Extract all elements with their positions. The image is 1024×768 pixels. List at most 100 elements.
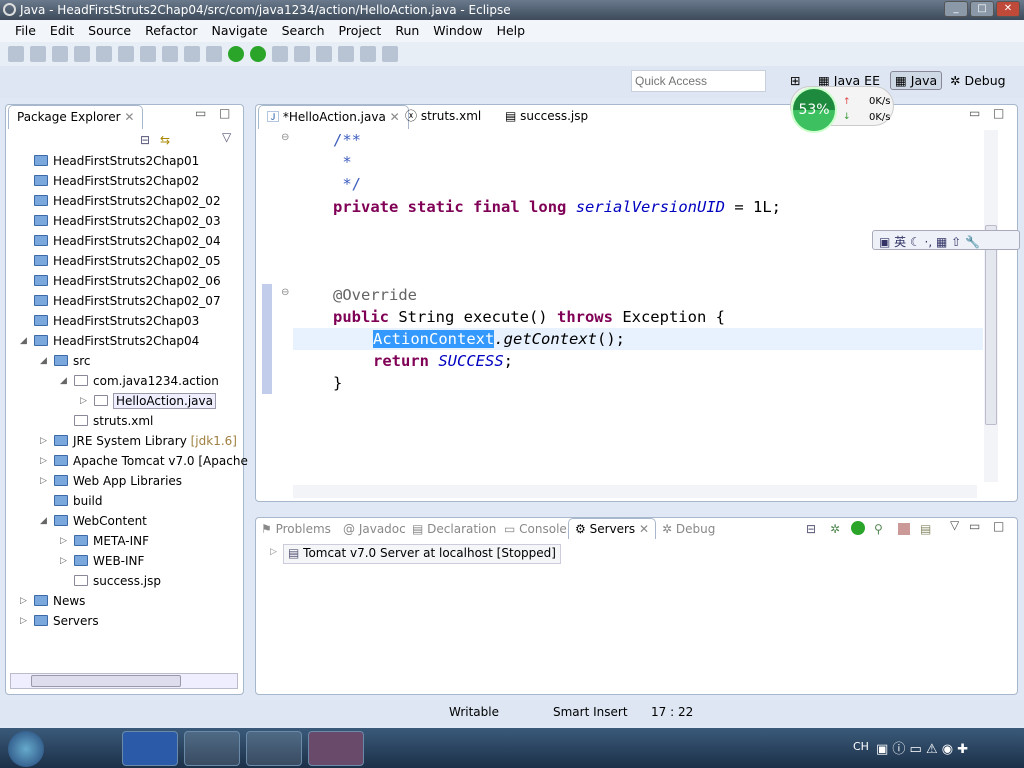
tab-package-explorer[interactable]: Package Explorer ✕	[8, 105, 144, 129]
collapsed-arrow-icon[interactable]: ▷	[60, 551, 67, 571]
tree-item[interactable]: ▷ META-INF	[60, 531, 149, 551]
run-icon[interactable]	[228, 46, 244, 62]
view-menu-icon[interactable]: ▽	[222, 130, 231, 144]
external-tools-icon[interactable]	[250, 46, 266, 62]
collapsed-arrow-icon[interactable]: ▷	[80, 391, 87, 411]
stop-server-icon[interactable]	[898, 523, 910, 535]
tree-item[interactable]: success.jsp	[74, 571, 161, 591]
tree-item[interactable]: ▷ Web App Libraries	[40, 471, 182, 491]
server-item[interactable]: ▤ Tomcat v7.0 Server at localhost [Stopp…	[283, 544, 561, 564]
expanded-arrow-icon[interactable]: ◢	[40, 511, 47, 531]
print-icon[interactable]	[74, 46, 90, 62]
tree-item[interactable]: HeadFirstStruts2Chap02_07	[34, 291, 221, 311]
expand-arrow-icon[interactable]: ▷	[270, 547, 277, 557]
menu-navigate[interactable]: Navigate	[205, 20, 275, 42]
tab-success-jsp[interactable]: ▤ success.jsp	[505, 105, 588, 129]
collapse-all-icon[interactable]: ⊟	[140, 133, 150, 147]
maximize-icon[interactable]: □	[219, 106, 230, 120]
start-button[interactable]	[8, 731, 44, 767]
collapsed-arrow-icon[interactable]: ▷	[20, 611, 27, 631]
profile-server-icon[interactable]: ⚲	[874, 522, 883, 536]
tab-javadoc[interactable]: @ Javadoc	[343, 522, 406, 536]
view-menu-icon[interactable]: ▽	[950, 518, 959, 532]
perspective-debug[interactable]: ✲ Debug	[950, 73, 1006, 88]
close-icon[interactable]: ✕	[124, 110, 134, 124]
terminate-icon[interactable]	[184, 46, 200, 62]
horizontal-scrollbar[interactable]	[10, 673, 238, 689]
menu-help[interactable]: Help	[490, 20, 533, 42]
ime-toolbar[interactable]: ▣ 英 ☾ ·, ▦ ⇧ 🔧	[872, 230, 1020, 250]
search-icon[interactable]	[316, 46, 332, 62]
debug-server-icon[interactable]: ✲	[830, 522, 840, 536]
tree-item[interactable]: HeadFirstStruts2Chap02_04	[34, 231, 221, 251]
fold-icon[interactable]: ⊖	[281, 132, 289, 143]
close-button[interactable]: ✕	[996, 1, 1020, 17]
close-icon[interactable]: ✕	[390, 110, 400, 124]
fold-icon[interactable]: ⊖	[281, 287, 289, 298]
tree-item[interactable]: build	[54, 491, 103, 511]
tray-icons[interactable]: ▣ ⓘ ▭ ⚠ ◉ ✚	[876, 738, 968, 757]
forward-icon[interactable]	[382, 46, 398, 62]
editor-horizontal-scrollbar[interactable]	[293, 485, 977, 498]
mark-occurrences-icon[interactable]	[338, 46, 354, 62]
code-line-close[interactable]: }	[333, 372, 342, 394]
minimize-button[interactable]: _	[944, 1, 968, 17]
collapsed-arrow-icon[interactable]: ▷	[60, 531, 67, 551]
tree-item[interactable]: ◢ WebContent	[40, 511, 147, 531]
tree-item[interactable]: ▷ WEB-INF	[60, 551, 144, 571]
editor-maximize-icon[interactable]: □	[993, 106, 1004, 120]
save-icon[interactable]	[30, 46, 46, 62]
menu-source[interactable]: Source	[81, 20, 138, 42]
taskbar-eclipse-icon[interactable]	[308, 731, 364, 766]
tab-struts-xml[interactable]: ⓧ struts.xml	[405, 105, 481, 129]
perspective-java[interactable]: ▦ Java	[890, 71, 943, 90]
tab-debug[interactable]: ✲ Debug	[662, 522, 715, 536]
code-line-method[interactable]: public String execute() throws Exception…	[333, 306, 725, 328]
input-language[interactable]: CH	[853, 740, 869, 753]
tree-item[interactable]: HeadFirstStruts2Chap03	[34, 311, 199, 331]
collapsed-arrow-icon[interactable]: ▷	[40, 451, 47, 471]
resume-icon[interactable]	[140, 46, 156, 62]
tree-item[interactable]: HeadFirstStruts2Chap02_02	[34, 191, 221, 211]
menu-search[interactable]: Search	[275, 20, 332, 42]
tree-item[interactable]: HeadFirstStruts2Chap01	[34, 151, 199, 171]
tab-console[interactable]: ▭ Console	[504, 522, 567, 536]
code-line-context[interactable]: ActionContext.getContext();	[373, 328, 625, 350]
tree-item[interactable]: ▷ Apache Tomcat v7.0 [Apache	[40, 451, 248, 471]
open-perspective-icon[interactable]: ⊞	[790, 73, 800, 88]
tree-item[interactable]: ▷ News	[20, 591, 85, 611]
menu-project[interactable]: Project	[332, 20, 389, 42]
maximize-icon[interactable]: □	[993, 519, 1004, 533]
expanded-arrow-icon[interactable]: ◢	[60, 371, 67, 391]
tab-helloaction-java[interactable]: 🄹 *HelloAction.java ✕	[258, 105, 409, 129]
tree-item[interactable]: HeadFirstStruts2Chap02_05	[34, 251, 221, 271]
open-type-icon[interactable]	[294, 46, 310, 62]
collapsed-arrow-icon[interactable]: ▷	[40, 431, 47, 451]
code-annotation[interactable]: @Override	[333, 284, 417, 306]
tree-item[interactable]: ◢ HeadFirstStruts2Chap04	[20, 331, 199, 351]
minimize-icon[interactable]: ▭	[195, 106, 206, 120]
quick-access-input[interactable]	[631, 70, 766, 92]
menu-run[interactable]: Run	[388, 20, 426, 42]
menu-edit[interactable]: Edit	[43, 20, 81, 42]
tab-declaration[interactable]: ▤ Declaration	[412, 522, 496, 536]
editor-vertical-scrollbar[interactable]	[984, 130, 998, 482]
collapse-icon[interactable]: ⊟	[806, 522, 816, 536]
tree-item[interactable]: struts.xml	[74, 411, 153, 431]
menu-window[interactable]: Window	[426, 20, 489, 42]
collapsed-arrow-icon[interactable]: ▷	[20, 591, 27, 611]
tree-item[interactable]: ◢ com.java1234.action	[60, 371, 219, 391]
tree-item[interactable]: ▷ HelloAction.java	[80, 391, 216, 411]
back-icon[interactable]	[360, 46, 376, 62]
expanded-arrow-icon[interactable]: ◢	[20, 331, 27, 351]
tab-problems[interactable]: ⚑ Problems	[261, 522, 331, 536]
tree-item[interactable]: HeadFirstStruts2Chap02_06	[34, 271, 221, 291]
suspend-icon[interactable]	[162, 46, 178, 62]
menu-refactor[interactable]: Refactor	[138, 20, 204, 42]
tree-item[interactable]: ◢ src	[40, 351, 91, 371]
tab-servers[interactable]: ⚙ Servers ✕	[568, 518, 657, 539]
step-icon[interactable]	[118, 46, 134, 62]
taskbar-wps-icon[interactable]	[122, 731, 178, 766]
collapsed-arrow-icon[interactable]: ▷	[40, 471, 47, 491]
publish-icon[interactable]: ▤	[920, 522, 931, 536]
